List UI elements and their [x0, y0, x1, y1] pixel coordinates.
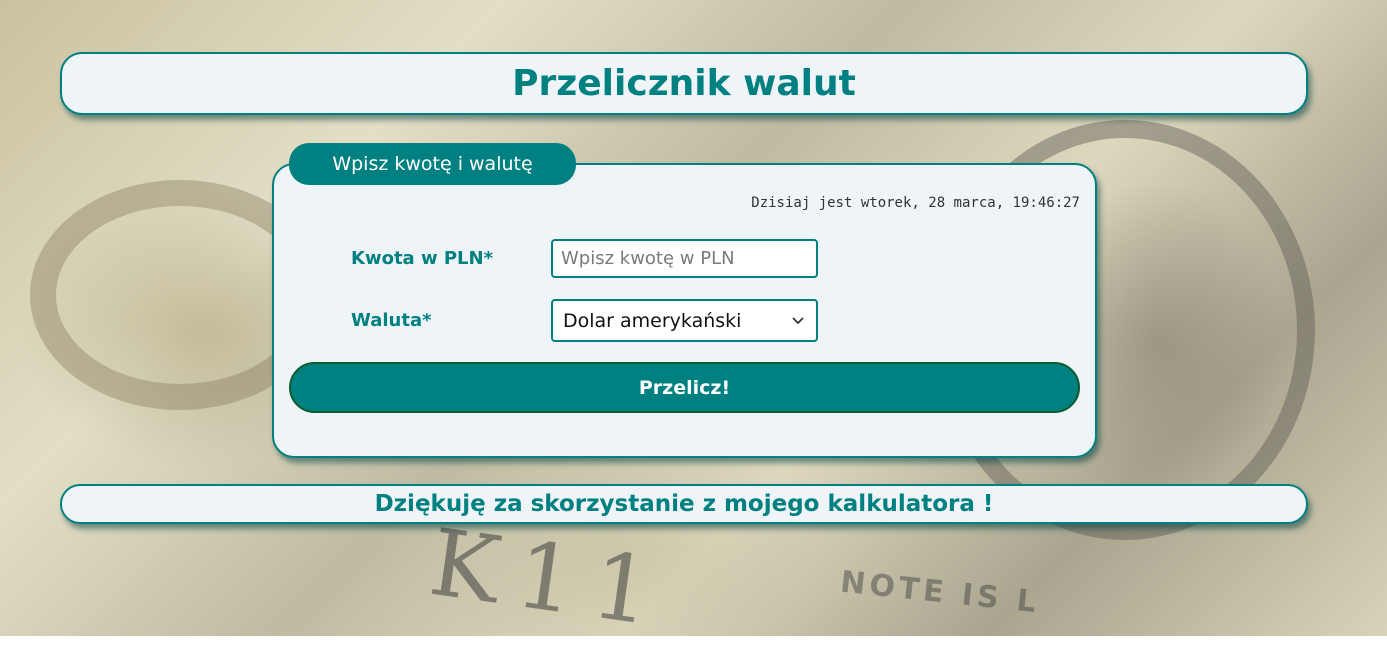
form-legend: Wpisz kwotę i walutę: [289, 143, 576, 185]
footer-banner: Dziękuję za skorzystanie z mojego kalkul…: [60, 484, 1308, 524]
currency-label: Waluta*: [351, 310, 432, 331]
footer-thanks-text: Dziękuję za skorzystanie z mojego kalkul…: [374, 491, 994, 517]
banknote-letters-decoration: K11: [423, 508, 677, 636]
date-time-display: Dzisiaj jest wtorek, 28 marca, 19:46:27: [751, 195, 1080, 211]
amount-input[interactable]: [551, 239, 818, 278]
chevron-down-icon: [790, 313, 806, 329]
amount-label: Kwota w PLN*: [351, 248, 493, 269]
page-title: Przelicznik walut: [512, 63, 856, 104]
header-banner: Przelicznik walut: [60, 52, 1308, 115]
currency-selected-value: Dolar amerykański: [563, 309, 742, 332]
convert-button[interactable]: Przelicz!: [289, 362, 1080, 413]
currency-select[interactable]: Dolar amerykański: [551, 299, 818, 342]
banknote-note-text-decoration: NOTE IS L: [838, 564, 1042, 621]
